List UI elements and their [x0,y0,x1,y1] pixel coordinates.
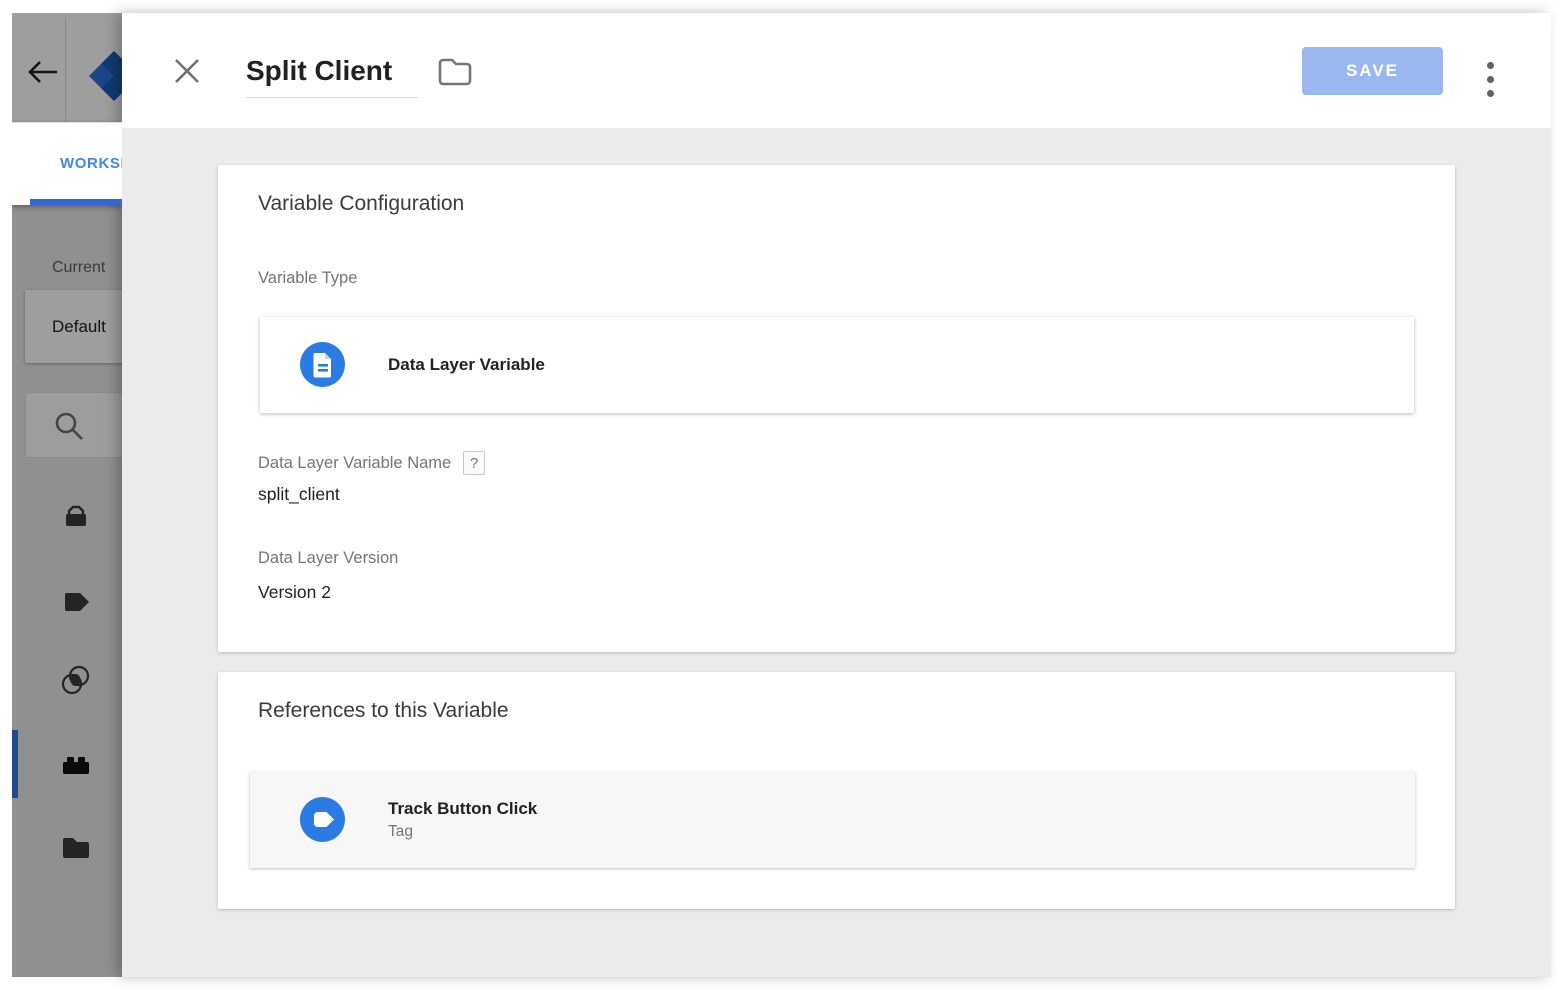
reference-tag-icon [300,797,345,842]
save-button[interactable]: SAVE [1302,47,1443,95]
variable-configuration-card: Variable Configuration Variable Type Dat… [218,165,1455,652]
references-heading: References to this Variable [258,699,509,723]
move-to-folder-button[interactable] [436,55,474,89]
dimmed-workspace-background: WORKSPACE Current Default [12,13,122,977]
references-card: References to this Variable Track Button… [218,672,1455,909]
variable-editor-panel: Split Client SAVE Variable Configuration… [122,13,1551,977]
help-button[interactable]: ? [463,451,485,475]
editor-header: Split Client SAVE [122,13,1551,128]
kebab-dot [1487,76,1494,83]
more-options-button[interactable] [1476,57,1504,101]
data-layer-variable-icon [300,342,345,387]
name-label-text: Data Layer Variable Name [258,454,451,473]
close-button[interactable] [168,54,206,90]
variable-type-value: Data Layer Variable [388,317,545,413]
reference-name: Track Button Click [388,799,537,819]
reference-tag-icon-badge [300,797,345,842]
workspace-tabbar: WORKSPACE [12,122,122,205]
variable-type-chooser[interactable]: Data Layer Variable [260,317,1414,413]
kebab-dot [1487,90,1494,97]
variable-title-input[interactable]: Split Client [246,41,418,98]
close-icon [172,56,202,86]
kebab-dot [1487,62,1494,69]
editor-body: Variable Configuration Variable Type Dat… [122,128,1551,977]
variable-type-icon-badge [300,342,345,387]
data-layer-version-value[interactable]: Version 2 [258,582,331,603]
variable-configuration-heading: Variable Configuration [258,192,464,216]
data-layer-variable-name-value[interactable]: split_client [258,484,340,505]
data-layer-version-label: Data Layer Version [258,549,398,568]
tab-workspace[interactable]: WORKSPACE [60,155,122,172]
reference-type: Tag [388,823,537,841]
data-layer-variable-name-label: Data Layer Variable Name ? [258,451,485,475]
reference-list-item[interactable]: Track Button Click Tag [250,772,1415,868]
folder-outline-icon [437,55,473,87]
variable-type-label: Variable Type [258,269,357,288]
reference-text: Track Button Click Tag [388,772,537,868]
app-window: WORKSPACE Current Default [12,13,1551,977]
active-tab-underline [30,199,122,205]
